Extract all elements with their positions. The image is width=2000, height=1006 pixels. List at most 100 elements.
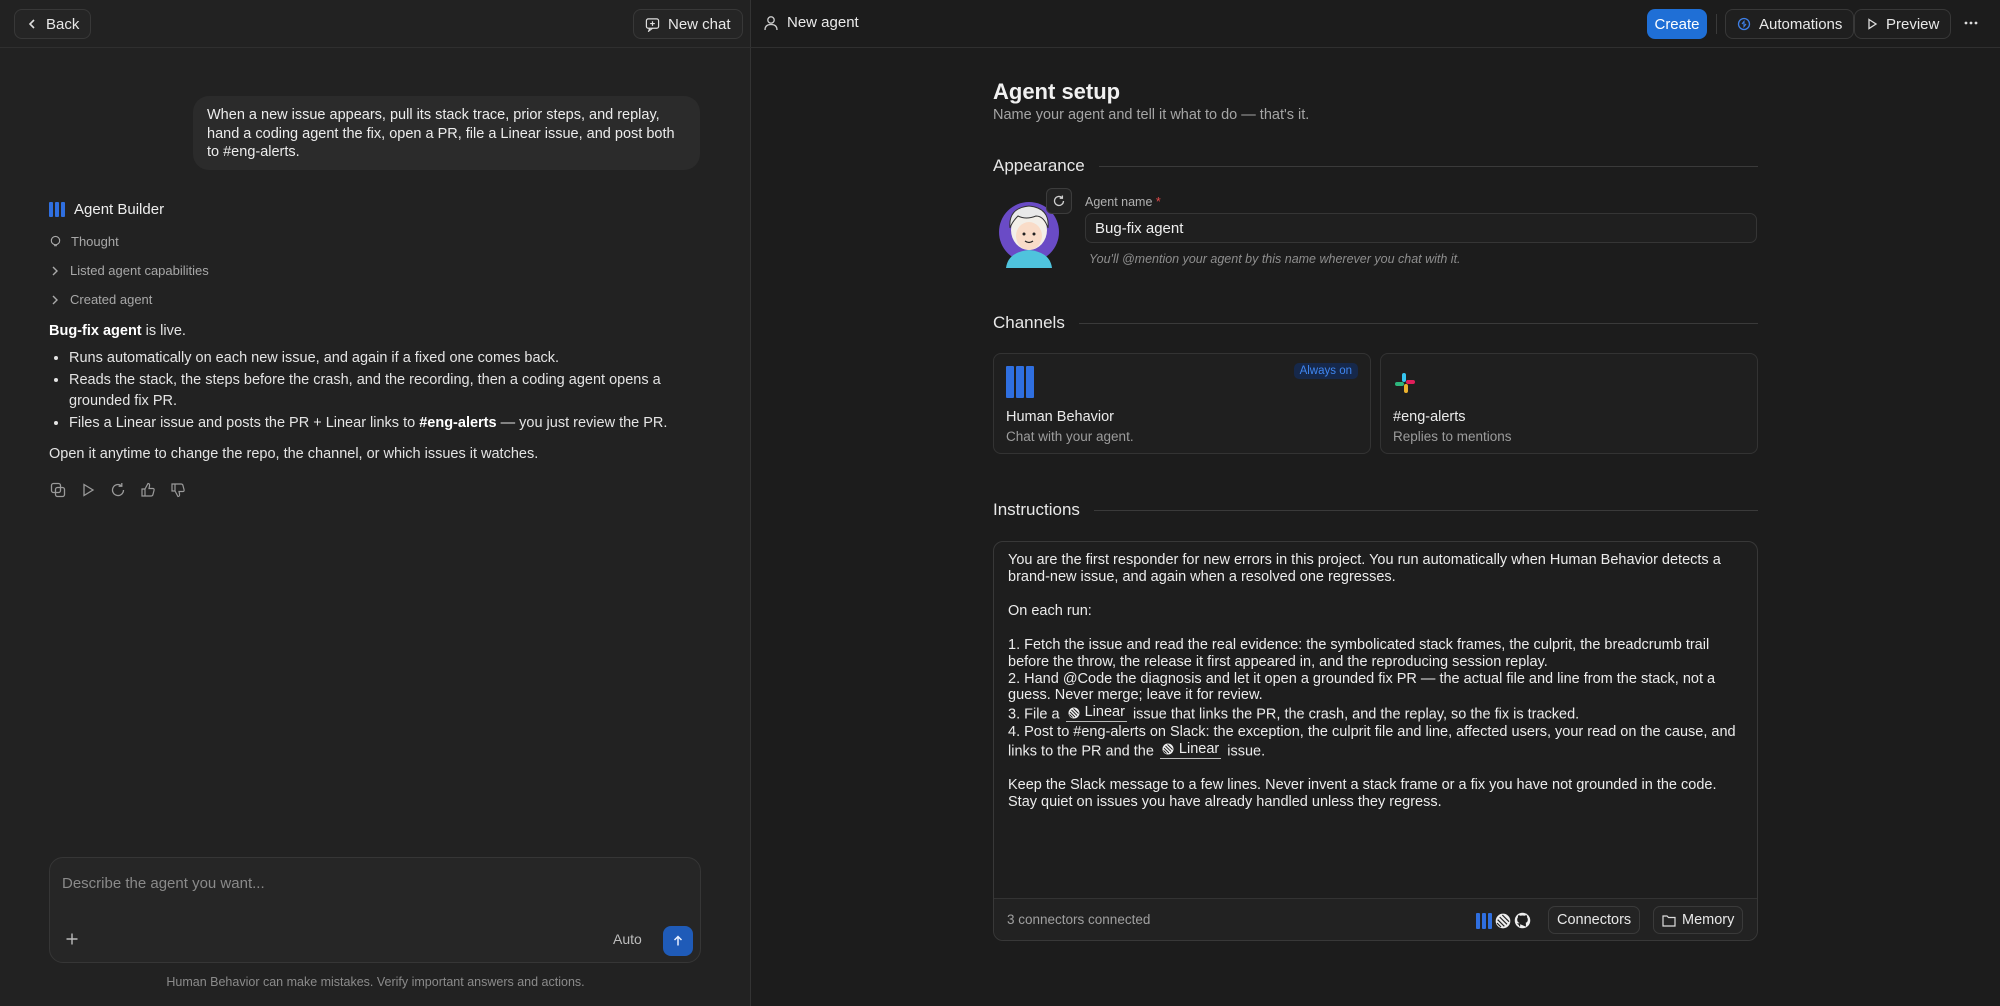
instructions-step: 3. File a Linear issue that links the PR… — [1008, 704, 1743, 723]
assistant-reply: Bug-fix agent is live. Runs automaticall… — [49, 321, 699, 465]
channel-name: Human Behavior — [1006, 409, 1114, 425]
instructions-section: Instructions — [993, 500, 1758, 520]
reply-intro: Bug-fix agent is live. — [49, 321, 699, 342]
page-title: New agent — [787, 14, 859, 31]
slack-icon — [1395, 373, 1415, 393]
new-chat-button[interactable]: New chat — [633, 9, 743, 39]
linear-icon — [1162, 743, 1174, 755]
user-icon — [764, 16, 778, 31]
lightbulb-icon — [50, 235, 61, 247]
automation-icon — [1737, 17, 1751, 31]
retry-icon[interactable] — [109, 481, 127, 499]
human-behavior-logo-icon — [1476, 912, 1492, 929]
send-button[interactable] — [663, 926, 693, 956]
mode-select[interactable]: Auto — [613, 931, 642, 947]
appearance-heading: Appearance — [993, 156, 1085, 175]
step-label: Thought — [71, 234, 119, 249]
setup-subtitle: Name your agent and tell it what to do —… — [993, 107, 1310, 123]
new-chat-label: New chat — [668, 15, 731, 33]
always-on-badge: Always on — [1293, 363, 1358, 379]
play-icon[interactable] — [79, 481, 97, 499]
more-icon[interactable] — [1964, 20, 1978, 26]
chat-panel: Back New chat When a new issue appears, … — [0, 0, 751, 1006]
preview-button[interactable]: Preview — [1854, 9, 1952, 39]
instructions-paragraph: Keep the Slack message to a few lines. N… — [1008, 776, 1721, 810]
prompt-input[interactable] — [62, 870, 682, 896]
arrow-up-icon — [673, 935, 683, 946]
regenerate-avatar-button[interactable] — [1046, 188, 1072, 214]
section-divider — [1078, 322, 1758, 324]
reply-bullet-text: Files a Linear issue and posts the PR + … — [69, 415, 420, 431]
thumbs-down-icon[interactable] — [169, 481, 187, 499]
reply-bullet: Runs automatically on each new issue, an… — [69, 348, 699, 369]
disclaimer: Human Behavior can make mistakes. Verify… — [166, 975, 585, 989]
step-label: Created agent — [70, 292, 153, 307]
chat-plus-icon — [645, 17, 660, 32]
copy-icon[interactable] — [49, 481, 67, 499]
instructions-editor[interactable]: You are the first responder for new erro… — [993, 541, 1758, 941]
agent-name-label: Agent name * — [1085, 195, 1161, 209]
github-icon — [1514, 912, 1531, 929]
chevron-right-icon — [52, 266, 58, 275]
reply-bullet: Reads the stack, the steps before the cr… — [69, 370, 699, 412]
instructions-paragraph: You are the first responder for new erro… — [1008, 552, 1725, 585]
section-divider — [1098, 165, 1758, 167]
reply-bullets: Runs automatically on each new issue, an… — [69, 348, 699, 434]
step-created-agent[interactable]: Created agent — [49, 292, 152, 307]
step-label: Listed agent capabilities — [70, 263, 209, 278]
preview-label: Preview — [1886, 15, 1940, 33]
connectors-label: Connectors — [1557, 912, 1632, 928]
step-text: 3. File a — [1008, 706, 1064, 723]
reply-intro-rest: is live. — [141, 323, 186, 339]
instructions-footer: 3 connectors connected Connectors Memory — [994, 898, 1757, 940]
required-mark: * — [1155, 195, 1161, 209]
plus-icon[interactable] — [65, 932, 79, 946]
channel-card-human-behavior[interactable]: Always on Human Behavior Chat with your … — [993, 353, 1371, 454]
back-label: Back — [46, 15, 80, 33]
human-behavior-logo-icon — [1006, 366, 1034, 398]
reply-bullet: Files a Linear issue and posts the PR + … — [69, 413, 699, 434]
refresh-icon — [1053, 195, 1065, 207]
linear-icon — [1495, 913, 1511, 928]
channel-card-eng-alerts[interactable]: #eng-alerts Replies to mentions — [1380, 353, 1758, 454]
human-behavior-logo-icon — [49, 202, 65, 217]
appearance-section: Appearance — [993, 156, 1758, 176]
divider — [1716, 14, 1717, 34]
agent-name-field[interactable] — [1085, 213, 1757, 243]
agent-name-label-text: Agent name — [1085, 195, 1153, 209]
thumbs-up-icon[interactable] — [139, 481, 157, 499]
instructions-heading: Instructions — [993, 500, 1080, 519]
setup-title: Agent setup — [993, 79, 1121, 104]
reply-closing: Open it anytime to change the repo, the … — [49, 446, 539, 462]
channel-bold: #eng-alerts — [419, 415, 497, 431]
reply-bullet-rest: — you just review the PR. — [496, 415, 668, 431]
composer: Auto — [49, 857, 701, 963]
message-actions — [49, 481, 187, 499]
memory-button[interactable]: Memory — [1653, 906, 1744, 934]
channels-heading: Channels — [993, 313, 1065, 332]
connectors-button[interactable]: Connectors — [1548, 906, 1641, 934]
chevron-left-icon — [28, 19, 35, 29]
folder-icon — [1662, 914, 1676, 927]
automations-button[interactable]: Automations — [1725, 9, 1855, 39]
user-message: When a new issue appears, pull its stack… — [193, 96, 700, 170]
linear-mention-chip[interactable]: Linear — [1065, 704, 1127, 723]
editor-topbar: New agent Create Automations Preview — [751, 0, 2000, 48]
step-thought[interactable]: Thought — [49, 234, 119, 249]
linear-mention-chip[interactable]: Linear — [1159, 740, 1222, 759]
chip-label: Linear — [1178, 740, 1220, 757]
connector-icons — [1476, 912, 1531, 929]
instructions-text[interactable]: You are the first responder for new erro… — [1008, 552, 1743, 811]
play-icon — [1868, 18, 1878, 30]
step-listed-capabilities[interactable]: Listed agent capabilities — [49, 263, 209, 278]
assistant-header: Agent Builder — [49, 201, 164, 218]
instructions-step: 2. Hand @Code the diagnosis and let it o… — [1008, 670, 1720, 704]
connectors-count: 3 connectors connected — [1007, 912, 1151, 927]
channels-section: Channels — [993, 313, 1758, 333]
back-button[interactable]: Back — [14, 9, 92, 39]
step-text: issue that links the PR, the crash, and … — [1128, 706, 1580, 723]
agent-name-hint: You'll @mention your agent by this name … — [1089, 252, 1461, 266]
create-button[interactable]: Create — [1647, 9, 1707, 39]
instructions-step: 4. Post to #eng-alerts on Slack: the exc… — [1008, 724, 1743, 760]
memory-label: Memory — [1682, 912, 1735, 928]
